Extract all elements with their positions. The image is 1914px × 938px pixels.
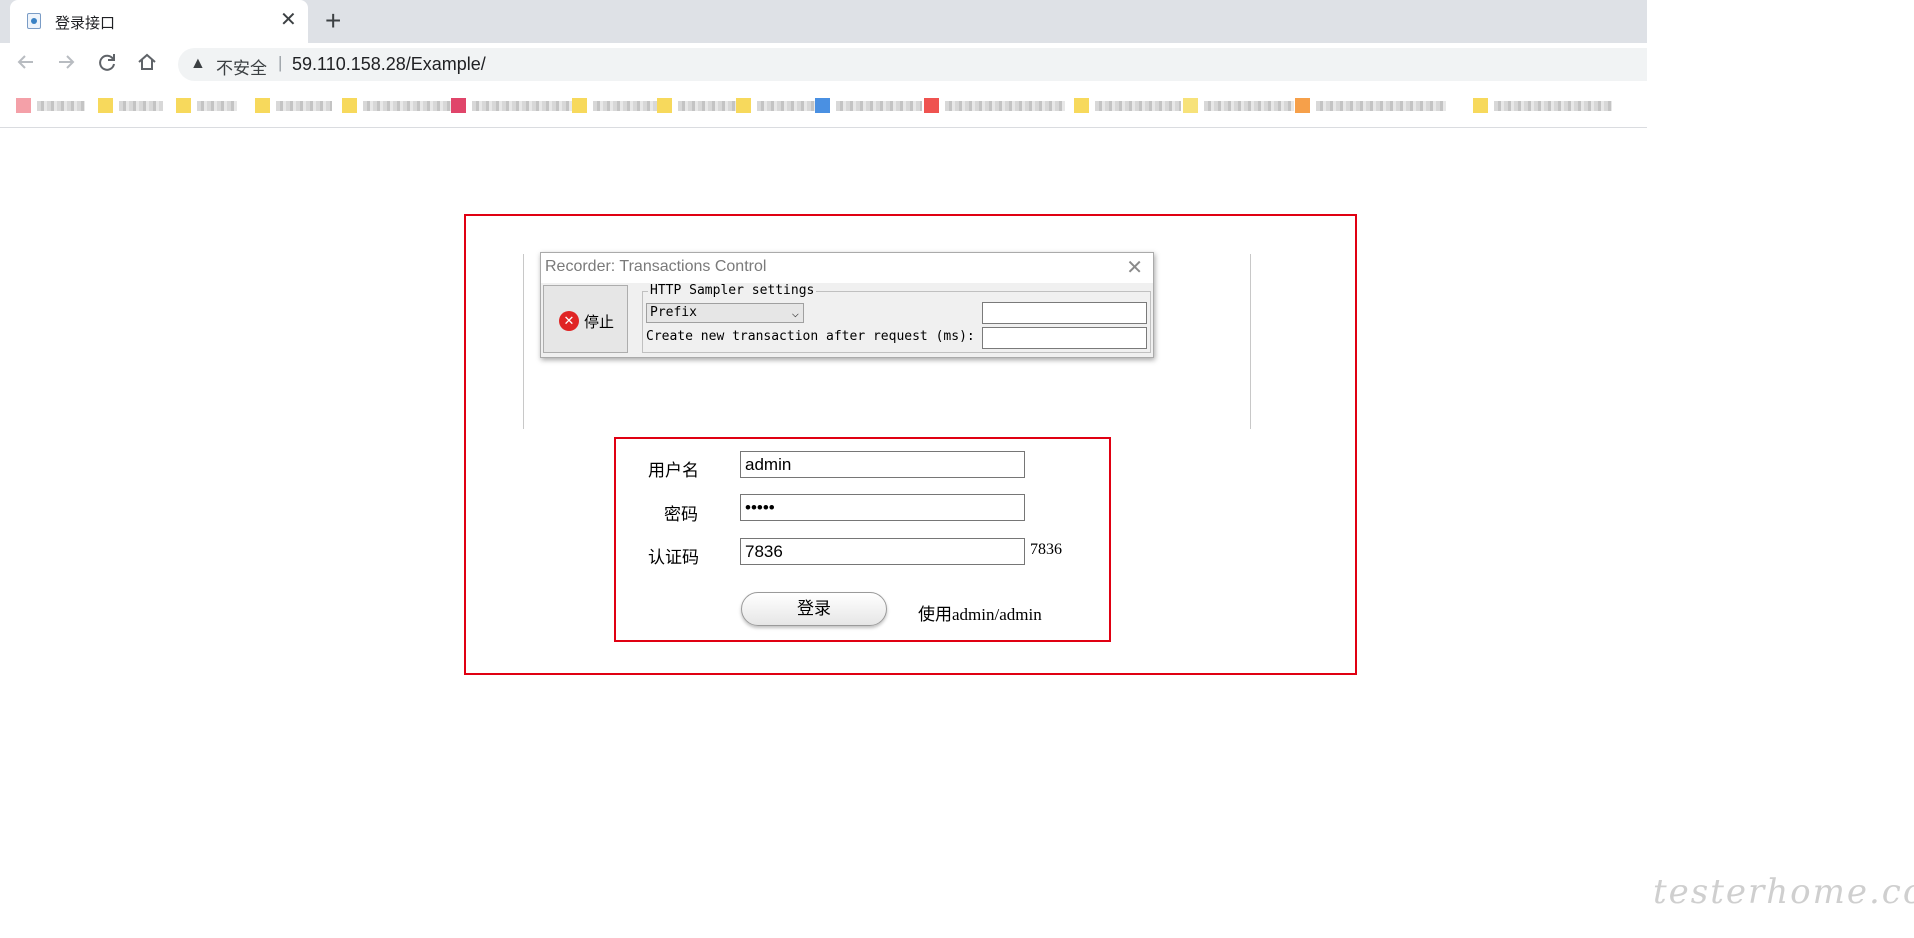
- username-input[interactable]: [740, 451, 1025, 478]
- password-input[interactable]: [740, 494, 1025, 521]
- divider-right: [1250, 254, 1251, 429]
- bookmark-icon: [98, 98, 113, 113]
- bookmarks-bar: [0, 85, 1647, 128]
- chevron-down-icon: ⌵: [791, 306, 799, 320]
- stop-label: 停止: [584, 314, 615, 331]
- login-hint: 使用admin/admin: [918, 605, 1042, 624]
- recorder-body: ✕ 停止 HTTP Sampler settings Prefix ⌵ Crea…: [541, 283, 1153, 357]
- username-label: 用户名: [648, 461, 699, 480]
- home-icon[interactable]: [134, 51, 160, 77]
- captcha-label: 认证码: [648, 548, 699, 567]
- bookmark-icon: [736, 98, 751, 113]
- url-text[interactable]: 59.110.158.28/Example/: [292, 54, 486, 75]
- naming-scheme-value: Prefix: [650, 305, 697, 320]
- bookmark-icon: [1074, 98, 1089, 113]
- bookmark-icon: [572, 98, 587, 113]
- bookmark-icon: [1295, 98, 1310, 113]
- password-label: 密码: [664, 505, 698, 524]
- tab-title: 登录接口: [55, 15, 116, 32]
- bookmark-icon: [1473, 98, 1488, 113]
- bookmark-icon: [815, 98, 830, 113]
- browser-toolbar: ▲ 不安全 | 59.110.158.28/Example/: [0, 43, 1647, 85]
- page-favicon-icon: [27, 13, 41, 29]
- login-button[interactable]: 登录: [741, 592, 887, 626]
- http-sampler-settings: HTTP Sampler settings Prefix ⌵ Create ne…: [642, 283, 1151, 353]
- bookmark-icon: [657, 98, 672, 113]
- bookmark-icon: [342, 98, 357, 113]
- recorder-title: Recorder: Transactions Control: [545, 258, 767, 275]
- tab-strip: 登录接口 ✕ +: [0, 0, 1647, 43]
- close-icon[interactable]: ✕: [1126, 255, 1143, 280]
- bookmark-icon: [451, 98, 466, 113]
- divider-left: [523, 254, 524, 429]
- recorder-dialog: Recorder: Transactions Control ✕ ✕ 停止 HT…: [540, 252, 1154, 358]
- transaction-delay-input[interactable]: [982, 327, 1147, 349]
- prefix-input[interactable]: [982, 302, 1147, 324]
- watermark: testerhome.com: [1653, 872, 1914, 912]
- address-bar[interactable]: ▲ 不安全 | 59.110.158.28/Example/: [178, 48, 1647, 81]
- captcha-code: 7836: [1030, 541, 1062, 558]
- stop-icon: ✕: [559, 311, 579, 331]
- tab-close-icon[interactable]: ✕: [280, 8, 297, 32]
- bookmark-icon: [255, 98, 270, 113]
- captcha-input[interactable]: [740, 538, 1025, 565]
- bookmark-icon: [924, 98, 939, 113]
- bookmark-icon: [16, 98, 31, 113]
- settings-legend: HTTP Sampler settings: [648, 283, 817, 298]
- bookmark-icon: [1183, 98, 1198, 113]
- back-icon[interactable]: [13, 51, 39, 77]
- security-separator: |: [278, 53, 283, 72]
- forward-icon[interactable]: [53, 51, 79, 77]
- stop-button[interactable]: ✕ 停止: [543, 285, 628, 353]
- tab-active[interactable]: 登录接口 ✕: [10, 0, 308, 43]
- reload-icon[interactable]: [94, 51, 120, 77]
- warning-icon[interactable]: ▲: [190, 55, 206, 73]
- naming-scheme-select[interactable]: Prefix ⌵: [646, 303, 804, 323]
- security-status[interactable]: 不安全: [216, 54, 267, 79]
- new-transaction-label: Create new transaction after request (ms…: [646, 329, 975, 344]
- bookmark-icon: [176, 98, 191, 113]
- new-tab-icon[interactable]: +: [325, 6, 341, 36]
